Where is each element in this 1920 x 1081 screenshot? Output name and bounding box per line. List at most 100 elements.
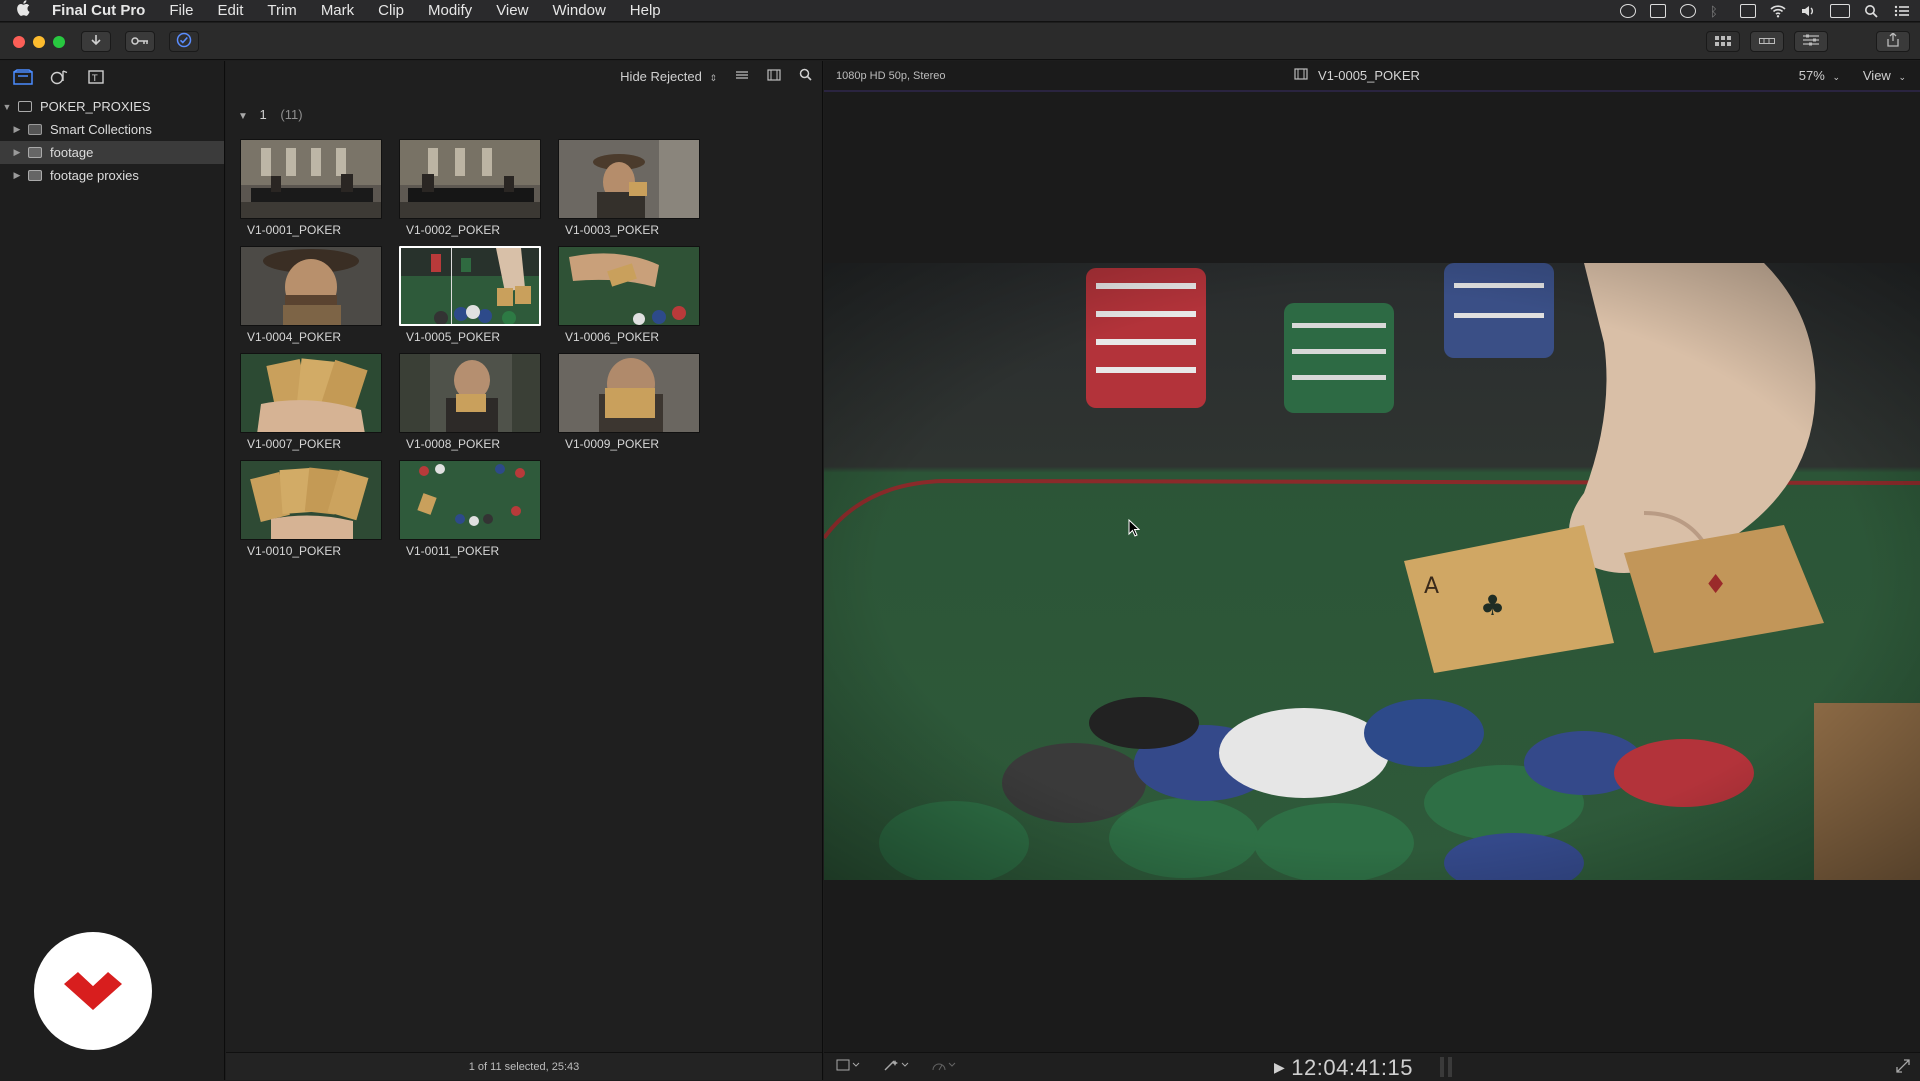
clip-thumbnail[interactable]: V1-0009_POKER	[558, 353, 700, 451]
project-format: 1080p HD 50p, Stereo	[836, 69, 946, 82]
play-icon[interactable]: ▶	[1274, 1059, 1285, 1075]
download-arrow-icon	[90, 34, 102, 50]
menu-modify[interactable]: Modify	[416, 0, 484, 22]
clip-thumbnail[interactable]: V1-0002_POKER	[399, 139, 541, 237]
creative-cloud-icon[interactable]	[1680, 4, 1696, 18]
clip-thumbnail[interactable]: V1-0007_POKER	[240, 353, 382, 451]
sidebar-item-footage-proxies[interactable]: ▶ footage proxies	[0, 164, 224, 187]
sidebar-item-footage[interactable]: ▶ footage	[0, 141, 224, 164]
volume-icon[interactable]	[1800, 4, 1816, 18]
crop-frame-icon	[836, 1059, 860, 1071]
chevron-down-icon: ⌄	[1832, 72, 1840, 82]
menu-edit[interactable]: Edit	[206, 0, 256, 22]
audio-meter	[1440, 1057, 1444, 1077]
clip-thumbnail[interactable]: V1-0011_POKER	[399, 460, 541, 558]
disclosure-open-icon[interactable]: ▼	[0, 102, 14, 112]
status-area: ᛒ	[1620, 0, 1910, 22]
video-frame[interactable]: A ♣ ♦	[824, 263, 1920, 880]
close-window-button[interactable]	[13, 36, 25, 48]
search-icon[interactable]	[799, 68, 812, 84]
show-browser-button[interactable]	[1706, 31, 1740, 52]
import-button[interactable]	[81, 31, 111, 52]
menu-final-cut-pro[interactable]: Final Cut Pro	[42, 0, 157, 22]
screen-record-icon[interactable]	[1620, 4, 1636, 18]
battery-icon[interactable]	[1830, 4, 1850, 18]
zoom-window-button[interactable]	[53, 36, 65, 48]
view-options-dropdown[interactable]: View ⌄	[1863, 68, 1906, 83]
airplay-icon[interactable]	[1740, 4, 1756, 18]
minimize-window-button[interactable]	[33, 36, 45, 48]
wifi-icon[interactable]	[1770, 4, 1786, 18]
clip-name: V1-0007_POKER	[247, 437, 342, 451]
clip-thumbnail[interactable]: V1-0004_POKER	[240, 246, 382, 344]
libraries-tab-icon[interactable]	[12, 68, 34, 86]
sliders-icon	[1803, 34, 1819, 49]
browser-status-bar: 1 of 11 selected, 25:43	[226, 1052, 822, 1080]
libraries-sidebar: T ▼ POKER_PROXIES ▶ Smart Collections ▶ …	[0, 61, 225, 1080]
clip-name: V1-0005_POKER	[406, 330, 501, 344]
share-button[interactable]	[1876, 31, 1910, 52]
list-view-icon[interactable]	[735, 69, 749, 84]
apple-menu-icon[interactable]	[16, 0, 42, 21]
transform-tool-dropdown[interactable]	[836, 1059, 860, 1074]
sidebar-item-smart-collections[interactable]: ▶ Smart Collections	[0, 118, 224, 141]
clip-thumbnail[interactable]: V1-0005_POKER	[399, 246, 541, 344]
bluetooth-icon[interactable]: ᛒ	[1710, 4, 1726, 19]
event-star-icon	[28, 147, 42, 158]
view-menu-label: View	[1862, 68, 1891, 83]
group-count: (11)	[280, 107, 303, 122]
spotlight-search-icon[interactable]	[1864, 4, 1880, 18]
disclosure-closed-icon[interactable]: ▶	[10, 147, 24, 158]
selection-status: 1 of 11 selected, 25:43	[468, 1060, 580, 1073]
clip-thumbnail[interactable]: V1-0008_POKER	[399, 353, 541, 451]
key-icon	[131, 34, 149, 49]
clip-thumbnail[interactable]: V1-0001_POKER	[240, 139, 382, 237]
library-row[interactable]: ▼ POKER_PROXIES	[0, 95, 224, 118]
menu-view[interactable]: View	[484, 0, 540, 22]
menu-file[interactable]: File	[157, 0, 205, 22]
poker-table-video-image: A ♣ ♦	[824, 263, 1920, 880]
menu-mark[interactable]: Mark	[309, 0, 366, 22]
clip-frame	[240, 353, 382, 433]
timecode-display[interactable]: ▶ 12:04:41:15	[1274, 1055, 1413, 1081]
disclosure-closed-icon[interactable]: ▶	[10, 170, 24, 181]
zoom-value: 57%	[1798, 68, 1825, 83]
keywords-button[interactable]	[125, 31, 155, 52]
clip-thumbnail[interactable]: V1-0010_POKER	[240, 460, 382, 558]
clip-frame	[558, 246, 700, 326]
timecode-value: 12:04:41:15	[1291, 1055, 1414, 1080]
enhancement-tool-dropdown[interactable]	[884, 1059, 910, 1074]
zoom-dropdown[interactable]: 57% ⌄	[1799, 68, 1840, 83]
fullscreen-icon[interactable]	[1896, 1059, 1910, 1078]
menu-clip[interactable]: Clip	[366, 0, 416, 22]
disclosure-closed-icon[interactable]: ▶	[10, 124, 24, 135]
show-inspector-button[interactable]	[1794, 31, 1828, 52]
clip-name: V1-0010_POKER	[247, 544, 342, 558]
checkmark-circle-icon	[176, 32, 192, 51]
photos-audio-tab-icon[interactable]	[48, 68, 70, 86]
retime-tool-dropdown[interactable]	[932, 1059, 958, 1074]
clip-frame	[399, 139, 541, 219]
titles-generators-tab-icon[interactable]: T	[84, 68, 106, 86]
notification-center-icon[interactable]	[1894, 4, 1910, 18]
show-timeline-button[interactable]	[1750, 31, 1784, 52]
menu-trim[interactable]: Trim	[255, 0, 308, 22]
clip-thumbnail[interactable]: V1-0003_POKER	[558, 139, 700, 237]
channel-logo	[34, 932, 152, 1050]
disclosure-open-icon[interactable]: ▼	[238, 111, 248, 122]
clip-group-header[interactable]: ▼ 1 (11)	[238, 107, 303, 122]
browser-header: Hide Rejected ⇕	[226, 61, 822, 91]
menu-help[interactable]: Help	[618, 0, 673, 22]
library-name: POKER_PROXIES	[40, 99, 151, 114]
display-icon[interactable]	[1650, 4, 1666, 18]
clip-name: V1-0003_POKER	[565, 223, 660, 237]
clip-name: V1-0002_POKER	[406, 223, 501, 237]
background-tasks-button[interactable]	[169, 31, 199, 52]
filmstrip-view-icon[interactable]	[767, 68, 781, 84]
clip-thumbnail[interactable]: V1-0006_POKER	[558, 246, 700, 344]
clip-filter-dropdown[interactable]: Hide Rejected ⇕	[620, 69, 717, 84]
menu-window[interactable]: Window	[540, 0, 617, 22]
timeline-icon	[1759, 34, 1775, 49]
speedometer-icon	[932, 1062, 956, 1071]
filmstrip-icon	[1294, 68, 1308, 83]
